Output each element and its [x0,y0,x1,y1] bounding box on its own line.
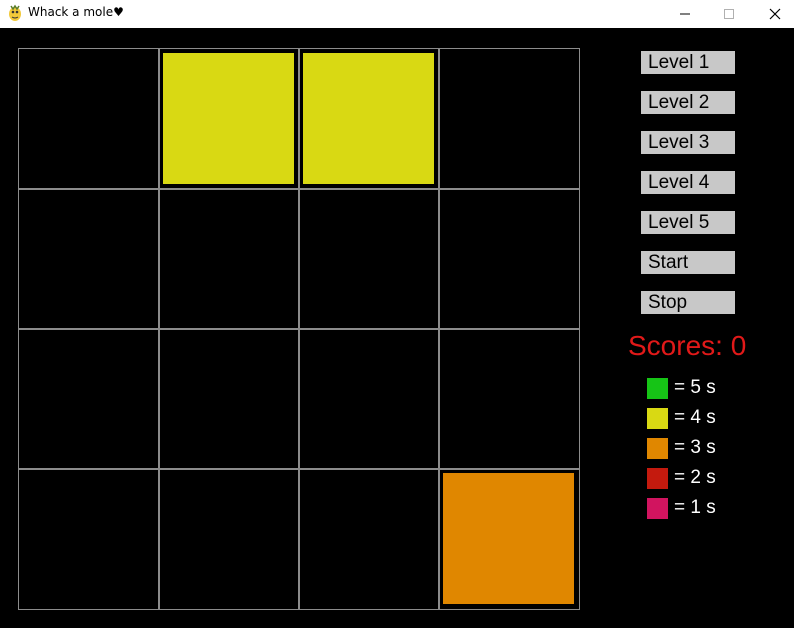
legend-swatch [647,498,668,519]
grid-cell[interactable] [438,48,580,190]
grid-cell[interactable] [18,48,160,190]
grid-cell[interactable] [158,48,300,190]
stop-button[interactable]: Stop [641,291,735,314]
legend-label: = 5 s [674,377,716,398]
legend-swatch [647,438,668,459]
mole-grid [18,48,580,610]
grid-cell[interactable] [158,188,300,330]
mole-square[interactable] [163,53,294,184]
legend-swatch [647,378,668,399]
grid-cell[interactable] [438,188,580,330]
window-title: Whack a mole♥ [28,5,124,19]
grid-cell[interactable] [438,328,580,470]
maximize-button[interactable] [706,0,752,28]
legend-label: = 3 s [674,437,716,458]
grid-cell[interactable] [298,328,440,470]
score-display: Scores: 0 [628,330,747,361]
close-icon [769,8,781,20]
legend-swatch [647,468,668,489]
grid-cell[interactable] [438,468,580,610]
legend-swatch [647,408,668,429]
grid-cell[interactable] [158,328,300,470]
legend-label: = 2 s [674,467,716,488]
minimize-icon [680,13,690,15]
minimize-button[interactable] [662,0,708,28]
grid-cell[interactable] [298,188,440,330]
game-area: Level 1 Level 2 Level 3 Level 4 Level 5 Start… [0,28,794,628]
grid-cell[interactable] [158,468,300,610]
level-2-button[interactable]: Level 2 [641,91,735,114]
close-button[interactable] [752,0,794,28]
grid-cell[interactable] [18,188,160,330]
legend-label: = 1 s [674,497,716,518]
level-5-button[interactable]: Level 5 [641,211,735,234]
level-4-button[interactable]: Level 4 [641,171,735,194]
title-bar: Whack a mole♥ [0,0,794,28]
grid-cell[interactable] [18,328,160,470]
grid-cell[interactable] [18,468,160,610]
level-1-button[interactable]: Level 1 [641,51,735,74]
maximize-icon [724,9,734,19]
legend-label: = 4 s [674,407,716,428]
mole-square[interactable] [303,53,434,184]
grid-cell[interactable] [298,468,440,610]
level-3-button[interactable]: Level 3 [641,131,735,154]
grid-cell[interactable] [298,48,440,190]
pygame-snake-icon [9,4,21,21]
mole-square[interactable] [443,473,574,604]
start-button[interactable]: Start [641,251,735,274]
